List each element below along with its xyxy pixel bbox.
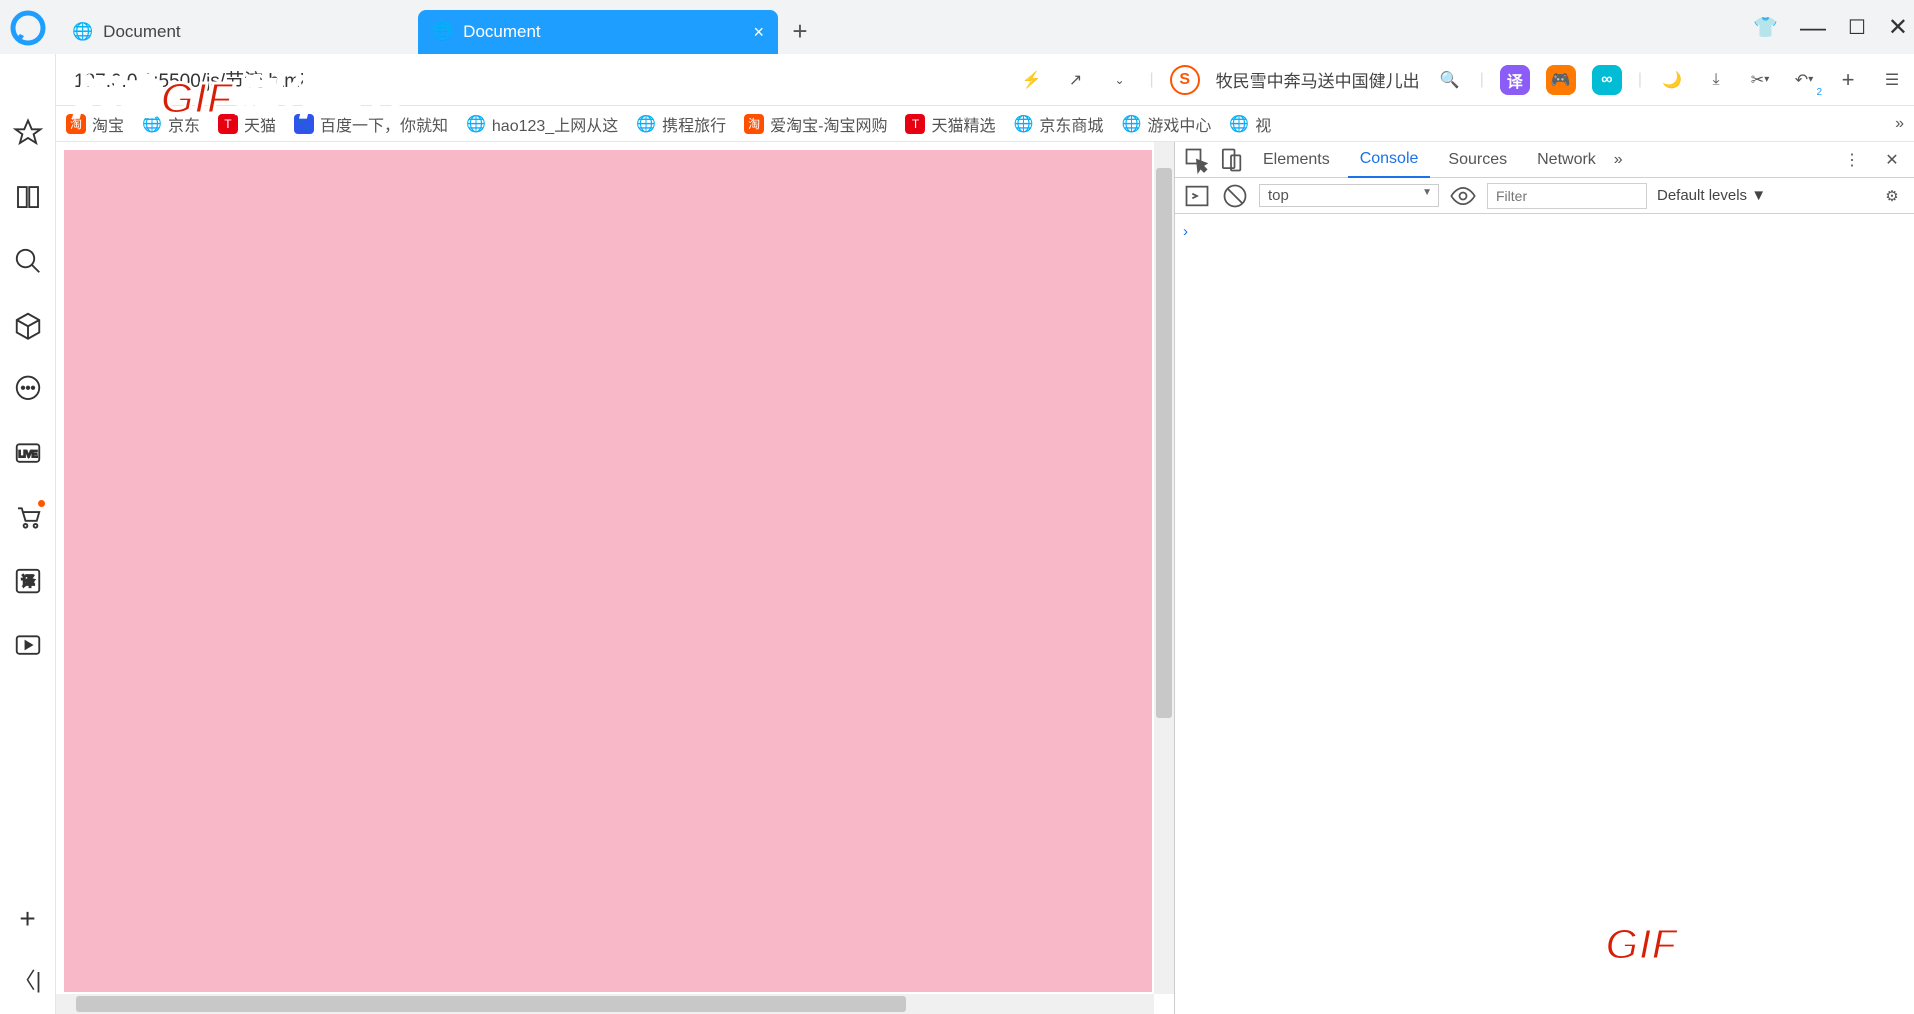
search-icon[interactable] [13,246,43,276]
add-icon[interactable]: + [13,904,43,934]
bookmark-item[interactable]: 🌐携程旅行 [636,112,726,136]
live-icon[interactable]: LIVE [13,438,43,468]
bookmark-item[interactable]: 🐾百度一下，你就知 [294,112,448,136]
globe-icon: 🌐 [72,22,93,42]
bookmark-item[interactable]: 🌐游戏中心 [1121,112,1211,136]
close-window-button[interactable]: ✕ [1888,13,1908,42]
sogou-icon[interactable]: S [1170,65,1200,95]
main-area: Elements Console Sources Network » ⋮ ✕ t… [56,142,1914,1014]
tab-console[interactable]: Console [1348,142,1431,178]
svg-text:译: 译 [21,574,35,589]
tab-network[interactable]: Network [1525,142,1608,178]
console-output[interactable]: › [1175,214,1914,1014]
bookmark-item[interactable]: 淘淘宝 [66,112,124,136]
translate-icon[interactable]: 译 [1500,65,1530,95]
devtools-close-icon[interactable]: ✕ [1878,146,1906,174]
clear-console-icon[interactable] [1221,182,1249,210]
browser-logo-icon [10,10,46,46]
globe-icon: 🌐 [432,22,453,42]
chat-icon[interactable] [13,374,43,404]
device-icon[interactable] [1217,146,1245,174]
console-prompt: › [1183,223,1188,240]
log-levels-selector[interactable]: Default levels ▼ [1657,187,1766,204]
collapse-icon[interactable]: 〈| [13,964,43,994]
bookmark-item[interactable]: 🌐京东 [142,112,200,136]
new-tab-button[interactable]: + [778,9,822,53]
bookmark-item[interactable]: 淘爱淘宝-淘宝网购 [744,112,887,136]
tab-title: Document [103,22,180,42]
vertical-scrollbar[interactable] [1154,142,1174,994]
star-icon[interactable] [13,118,43,148]
undo-icon[interactable]: ↶2▾ [1790,66,1818,94]
gear-icon[interactable]: ⚙ [1878,182,1906,210]
bookmark-item[interactable]: 🌐视 [1229,112,1271,136]
tab-sources[interactable]: Sources [1436,142,1519,178]
tab-overflow[interactable]: » [1614,151,1623,169]
address-bar: ⚡ ↗ ⌄ | S 牧民雪中奔马送中国健儿出 🔍 | 译 🎮 ∞ | 🌙 ⤓ ✂… [0,54,1914,106]
left-sidebar: LIVE 译 + 〈| [0,54,56,1014]
page-content-pink-box [64,150,1152,992]
news-headline[interactable]: 牧民雪中奔马送中国健儿出 [1216,67,1420,92]
search-icon[interactable]: 🔍 [1436,66,1464,94]
bookmark-item[interactable]: 🌐hao123_上网从这 [466,112,618,136]
gamepad-icon[interactable]: 🎮 [1546,65,1576,95]
bookmark-item[interactable]: T天猫精选 [905,112,995,136]
svg-text:LIVE: LIVE [18,449,37,459]
close-icon[interactable]: × [753,22,764,43]
flash-icon[interactable]: ⚡ [1018,66,1046,94]
scroll-thumb[interactable] [76,996,906,1012]
bookmark-bar: 淘淘宝 🌐京东 T天猫 🐾百度一下，你就知 🌐hao123_上网从这 🌐携程旅行… [0,106,1914,142]
tab-active[interactable]: 🌐 Document × [418,10,778,54]
console-toolbar: top Default levels ▼ ⚙ [1175,178,1914,214]
package-icon[interactable] [13,310,43,340]
translate-box-icon[interactable]: 译 [13,566,43,596]
download-icon[interactable]: ⤓ [1702,66,1730,94]
tab-bar: 🌐 Document 🌐 Document × + 👕 — ☐ ✕ [0,0,1914,54]
scroll-thumb[interactable] [1156,168,1172,718]
minimize-button[interactable]: — [1800,12,1826,43]
tab-inactive[interactable]: 🌐 Document [58,10,418,54]
share-icon[interactable]: ↗ [1062,66,1090,94]
tab-elements[interactable]: Elements [1251,142,1342,178]
devtools-panel: Elements Console Sources Network » ⋮ ✕ t… [1174,142,1914,1014]
scissors-icon[interactable]: ✂▾ [1746,66,1774,94]
infinity-icon[interactable]: ∞ [1592,65,1622,95]
bookmark-overflow[interactable]: » [1895,115,1904,133]
devtools-tabbar: Elements Console Sources Network » ⋮ ✕ [1175,142,1914,178]
devtools-menu-icon[interactable]: ⋮ [1838,146,1866,174]
page-viewport [56,142,1174,1014]
moon-icon[interactable]: 🌙 [1658,66,1686,94]
menu-icon[interactable]: ☰ [1878,66,1906,94]
video-play-icon[interactable] [13,630,43,660]
horizontal-scrollbar[interactable] [56,994,1154,1014]
console-sidebar-icon[interactable] [1183,182,1211,210]
filter-input[interactable] [1487,183,1647,209]
eye-icon[interactable] [1449,182,1477,210]
cart-icon[interactable] [13,502,43,532]
bookmark-item[interactable]: 🌐京东商城 [1014,112,1104,136]
context-selector[interactable]: top [1259,184,1439,207]
maximize-button[interactable]: ☐ [1848,15,1866,40]
inspect-icon[interactable] [1183,146,1211,174]
tab-title: Document [463,22,540,42]
tshirt-icon[interactable]: 👕 [1753,15,1778,40]
bookmark-item[interactable]: T天猫 [218,112,276,136]
url-input[interactable] [66,60,786,100]
chevron-down-icon[interactable]: ⌄ [1106,66,1134,94]
plus-icon[interactable]: + [1834,66,1862,94]
window-controls: 👕 — ☐ ✕ [1753,0,1908,54]
book-icon[interactable] [13,182,43,212]
